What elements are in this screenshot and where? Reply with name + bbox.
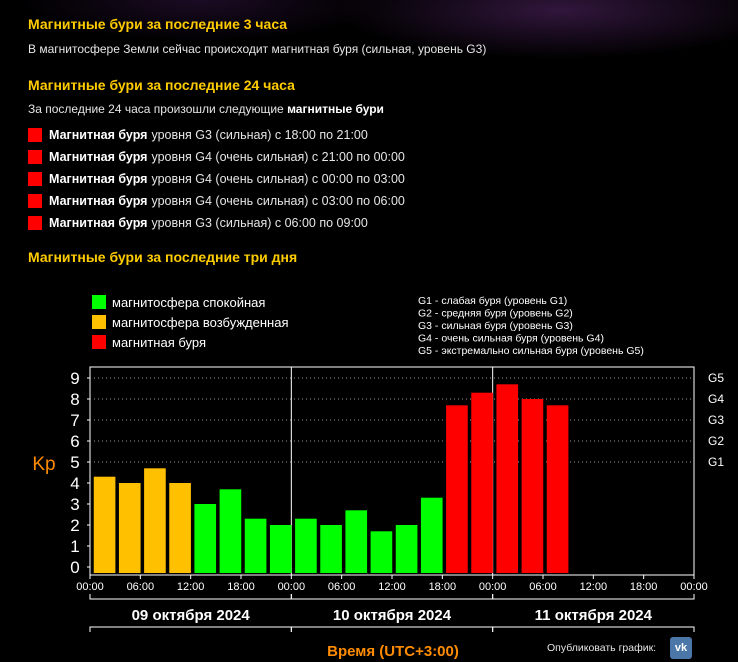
y-tick-label: 4 (70, 474, 79, 493)
kp-bar (446, 405, 468, 573)
x-tick-label: 18:00 (429, 581, 457, 593)
g-legend-item: G1 - слабая буря (уровень G1) (418, 295, 567, 307)
kp-bar (219, 489, 242, 573)
day-bracket-bottom (89, 626, 292, 632)
share-label: Опубликовать график: (547, 642, 657, 654)
kp-bar (144, 468, 166, 573)
y-tick-label: 8 (70, 390, 79, 409)
kp-bar (295, 518, 317, 573)
y-tick-label: 6 (70, 432, 79, 451)
day-label: 09 октября 2024 (132, 607, 251, 624)
y-tick-label: 2 (70, 516, 79, 535)
kp-bar (546, 405, 569, 573)
day-bracket-top (89, 594, 292, 600)
kp-bar (93, 476, 116, 573)
day-bracket-top (290, 594, 494, 600)
y-tick-label: 0 (70, 558, 79, 577)
kp-bar (370, 531, 393, 573)
kp-bar (194, 504, 217, 573)
legend-swatch (92, 335, 106, 349)
x-tick-label: 18:00 (630, 581, 658, 593)
g-level-label: G3 (708, 413, 724, 427)
legend-swatch (92, 315, 106, 329)
vk-share-icon[interactable]: vk (670, 637, 692, 659)
x-tick-label: 06:00 (127, 581, 155, 593)
y-tick-label: 1 (70, 537, 79, 556)
kp-bar (521, 399, 544, 573)
x-axis-label: Время (UTC+3:00) (327, 643, 459, 660)
kp-bar (345, 510, 368, 573)
g-legend-item: G5 - экстремально сильная буря (уровень … (418, 345, 644, 357)
x-tick-label: 06:00 (529, 581, 557, 593)
x-tick-label: 12:00 (177, 581, 205, 593)
kp-bar (471, 392, 493, 573)
kp-bar (395, 525, 418, 573)
legend-label: магнитосфера спокойная (112, 295, 265, 310)
kp-bar (244, 518, 267, 573)
x-tick-label: 00:00 (278, 581, 306, 593)
g-level-label: G5 (708, 371, 724, 385)
x-tick-label: 06:00 (328, 581, 356, 593)
day-bracket-top (492, 594, 695, 600)
kp-bar (420, 497, 443, 573)
g-legend-item: G3 - сильная буря (уровень G3) (418, 320, 573, 332)
kp-bar (320, 525, 342, 573)
legend-label: магнитная буря (112, 335, 206, 350)
kp-bar (169, 483, 191, 573)
g-legend-item: G4 - очень сильная буря (уровень G4) (418, 333, 604, 345)
legend-swatch (92, 295, 106, 309)
g-level-label: G4 (708, 392, 724, 406)
kp-bar (496, 384, 519, 573)
x-tick-label: 00:00 (680, 581, 708, 593)
g-level-label: G1 (708, 455, 724, 469)
x-tick-label: 00:00 (479, 581, 507, 593)
x-tick-label: 12:00 (378, 581, 406, 593)
day-bracket-bottom (290, 626, 494, 632)
y-tick-label: 5 (70, 453, 79, 472)
y-tick-label: 7 (70, 411, 79, 430)
y-tick-label: 9 (70, 369, 79, 388)
x-tick-label: 18:00 (227, 581, 255, 593)
g-legend-item: G2 - средняя буря (уровень G2) (418, 308, 573, 320)
day-bracket-bottom (492, 626, 695, 632)
y-axis-label: Kp (32, 454, 55, 475)
x-tick-label: 00:00 (76, 581, 104, 593)
y-tick-label: 3 (70, 495, 79, 514)
kp-bar (118, 483, 141, 573)
x-tick-label: 12:00 (580, 581, 608, 593)
legend-label: магнитосфера возбужденная (112, 315, 289, 330)
kp-bar (269, 525, 292, 573)
kp-index-chart: G1 G2 G3 G4 G5 0 1 2 3 4 5 6 7 8 9 Kp 00:00 06:00 12:00 18:… (32, 295, 724, 660)
day-label: 11 октября 2024 (535, 607, 653, 624)
g-level-label: G2 (708, 434, 724, 448)
day-label: 10 октября 2024 (333, 607, 452, 624)
